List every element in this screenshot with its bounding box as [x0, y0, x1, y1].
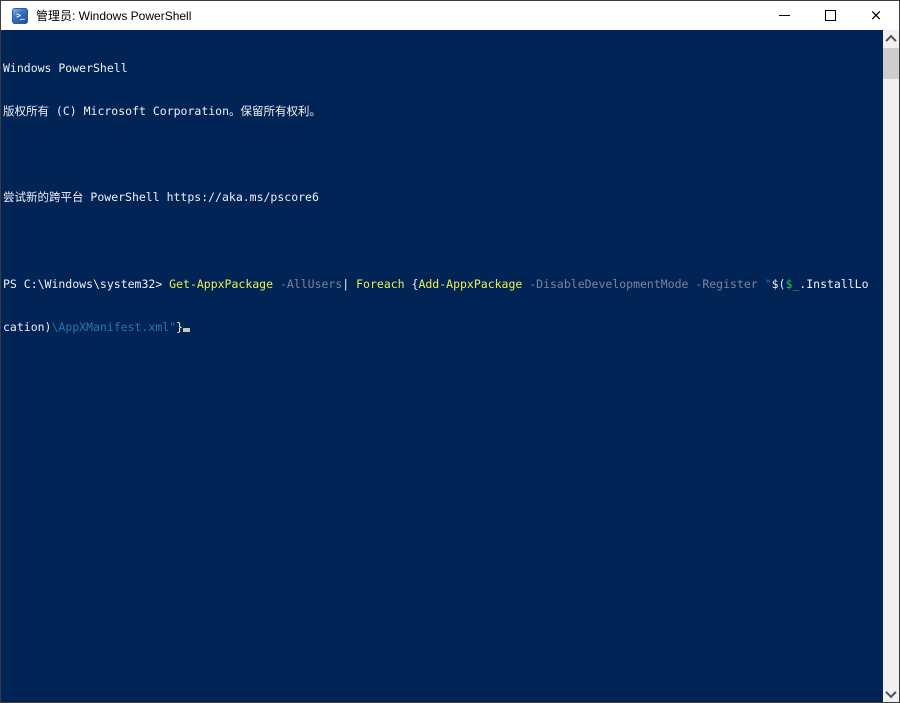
command-line-1: PS C:\Windows\system32> Get-AppxPackage … [3, 277, 883, 291]
brace-token: { [404, 276, 419, 291]
scroll-down-button[interactable] [883, 685, 899, 702]
output-line: Windows PowerShell [3, 60, 128, 75]
command-token: Get-AppxPackage [169, 276, 280, 291]
command-line-2: cation)\AppXManifest.xml"} [3, 320, 883, 334]
powershell-window: >_ 管理员: Windows PowerShell × Windows Pow… [0, 0, 900, 703]
prompt: PS C:\Windows\system32> [3, 276, 170, 291]
chevron-up-icon [885, 34, 897, 46]
member-token: .InstallLo [799, 276, 869, 291]
scrollbar-thumb[interactable] [883, 48, 899, 79]
minimize-button[interactable] [761, 1, 807, 30]
operator-token: $( [771, 276, 786, 291]
maximize-button[interactable] [807, 1, 853, 30]
maximize-icon [824, 10, 836, 21]
member-token: cation) [3, 320, 52, 335]
string-token: \AppXManifest.xml" [51, 320, 177, 335]
command-token: Add-AppxPackage [418, 276, 530, 291]
command-token: Foreach [356, 276, 405, 291]
close-icon: × [869, 6, 883, 24]
window-title: 管理员: Windows PowerShell [36, 9, 192, 23]
brace-token: } [176, 320, 184, 335]
chevron-down-icon [885, 686, 897, 698]
output-line: 尝试新的跨平台 PowerShell https://aka.ms/pscore… [3, 190, 319, 205]
parameter-token: -DisableDevelopmentMode -Register [529, 276, 765, 291]
vertical-scrollbar[interactable] [883, 30, 899, 702]
output-line: 版权所有 (C) Microsoft Corporation。保留所有权利。 [3, 104, 322, 119]
powershell-icon[interactable]: >_ [12, 7, 28, 24]
console-viewport[interactable]: Windows PowerShell 版权所有 (C) Microsoft Co… [1, 30, 883, 702]
minimize-icon [778, 15, 790, 16]
parameter-token: -AllUsers [279, 276, 343, 291]
variable-token: $_ [785, 276, 800, 291]
close-button[interactable]: × [853, 1, 899, 30]
string-token: " [764, 276, 772, 291]
pipe-token: | [342, 276, 357, 291]
text-cursor [183, 328, 191, 333]
console-area: Windows PowerShell 版权所有 (C) Microsoft Co… [1, 30, 899, 702]
window-controls: × [761, 1, 899, 30]
titlebar[interactable]: >_ 管理员: Windows PowerShell × [1, 1, 899, 30]
scroll-up-button[interactable] [883, 30, 899, 47]
